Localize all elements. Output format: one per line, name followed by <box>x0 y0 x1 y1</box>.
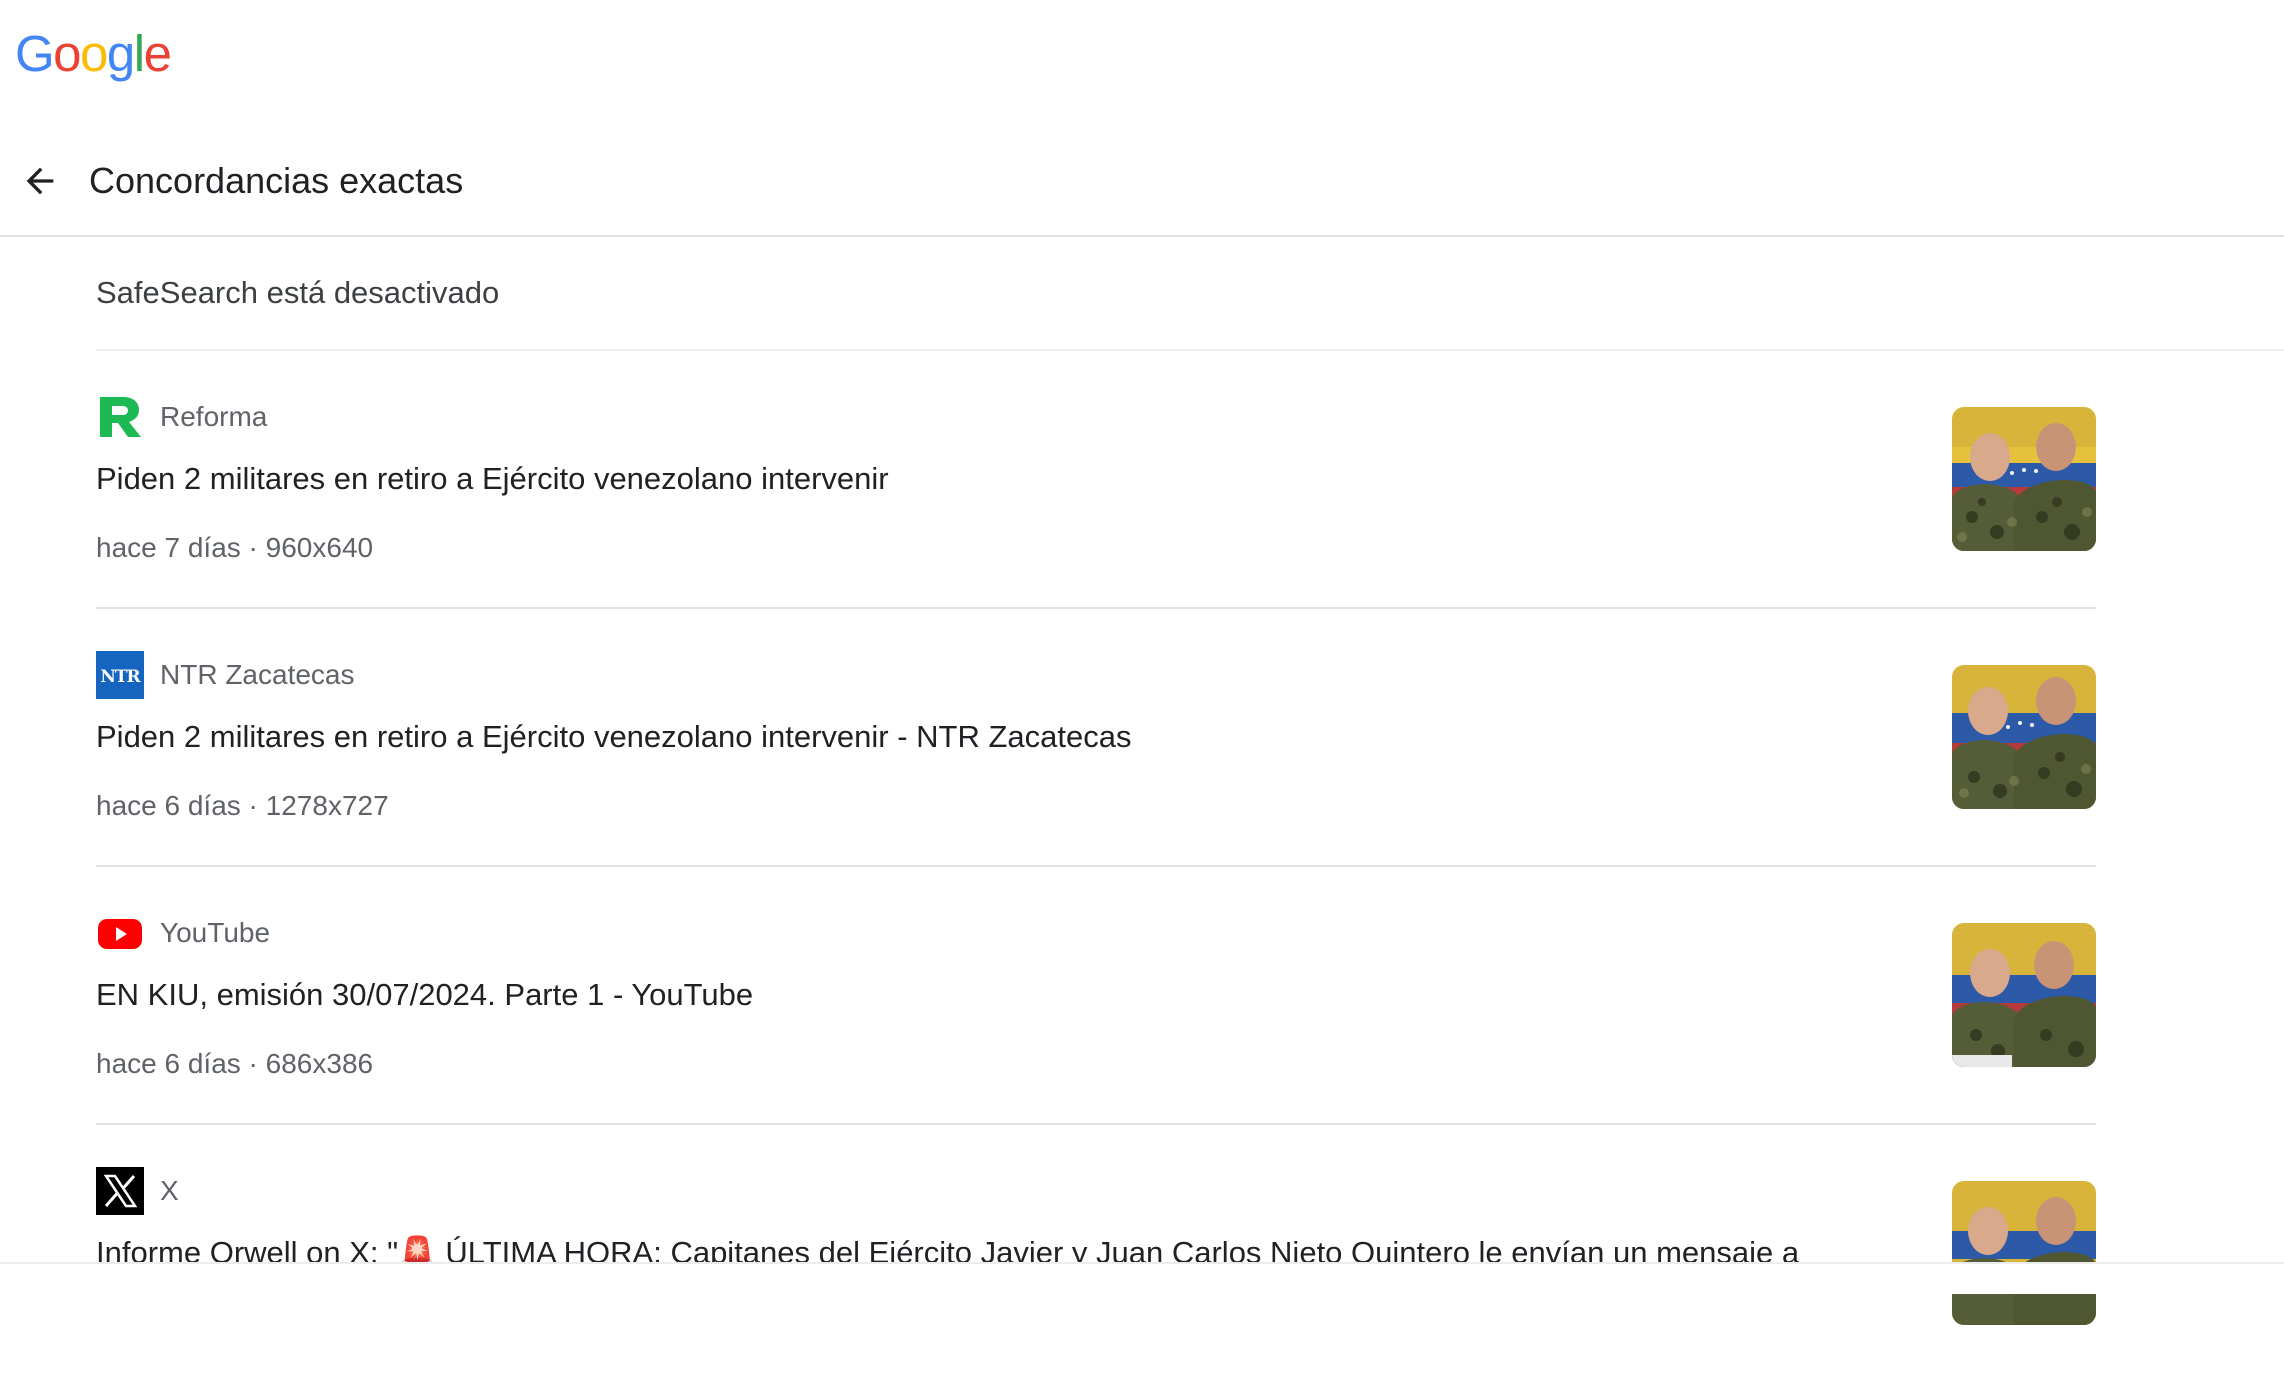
result-thumbnail[interactable] <box>1952 665 2096 809</box>
logo-letter: e <box>143 25 172 82</box>
safesearch-status[interactable]: SafeSearch está desactivado <box>96 270 499 316</box>
header-divider <box>0 235 2284 237</box>
ntr-logo-icon: NTR <box>96 651 144 699</box>
result-item[interactable]: NTR NTR Zacatecas Piden 2 militares en r… <box>96 609 2096 867</box>
page-header: Concordancias exactas <box>0 145 2284 235</box>
result-meta: hace 6 días · 686x386 <box>96 1048 374 1079</box>
source-name: Reforma <box>160 401 268 432</box>
page-title: Concordancias exactas <box>89 160 464 201</box>
result-meta: hace 7 días · 960x640 <box>96 532 374 563</box>
result-item[interactable]: X Informe Orwell on X: "🚨 ÚLTIMA HORA: C… <box>96 1125 2096 1381</box>
result-thumbnail[interactable] <box>1952 407 2096 551</box>
arrow-back-icon <box>26 167 54 195</box>
bottom-edge <box>0 1262 2284 1294</box>
result-source[interactable]: NTR NTR Zacatecas <box>96 651 355 699</box>
result-source[interactable]: Reforma <box>96 393 267 441</box>
logo-letter: G <box>15 25 55 82</box>
result-meta: hace 6 días · 1278x727 <box>96 790 389 821</box>
logo-letter: l <box>133 25 145 82</box>
result-item[interactable]: YouTube EN KIU, emisión 30/07/2024. Part… <box>96 867 2096 1125</box>
google-logo[interactable]: G o o g l e <box>15 25 172 82</box>
source-name: YouTube <box>160 917 271 948</box>
source-name: NTR Zacatecas <box>160 659 355 690</box>
youtube-logo-icon <box>96 909 144 957</box>
back-button[interactable] <box>14 155 66 207</box>
results-list: Reforma Piden 2 militares en retiro a Ej… <box>96 351 2096 1381</box>
result-title[interactable]: Piden 2 militares en retiro a Ejército v… <box>96 715 1132 759</box>
logo-letter: o <box>53 25 81 82</box>
svg-text:NTR: NTR <box>100 667 141 687</box>
result-source[interactable]: YouTube <box>96 909 270 957</box>
result-thumbnail[interactable] <box>1952 1181 2096 1325</box>
reforma-logo-icon <box>96 393 144 441</box>
result-item[interactable]: Reforma Piden 2 militares en retiro a Ej… <box>96 351 2096 609</box>
x-logo-icon <box>96 1167 144 1215</box>
logo-letter: g <box>106 25 135 82</box>
result-title[interactable]: Piden 2 militares en retiro a Ejército v… <box>96 457 889 501</box>
logo-letter: o <box>80 25 108 82</box>
result-source[interactable]: X <box>96 1167 179 1215</box>
result-title[interactable]: EN KIU, emisión 30/07/2024. Parte 1 - Yo… <box>96 973 753 1017</box>
result-thumbnail[interactable] <box>1952 923 2096 1067</box>
source-name: X <box>160 1175 179 1206</box>
